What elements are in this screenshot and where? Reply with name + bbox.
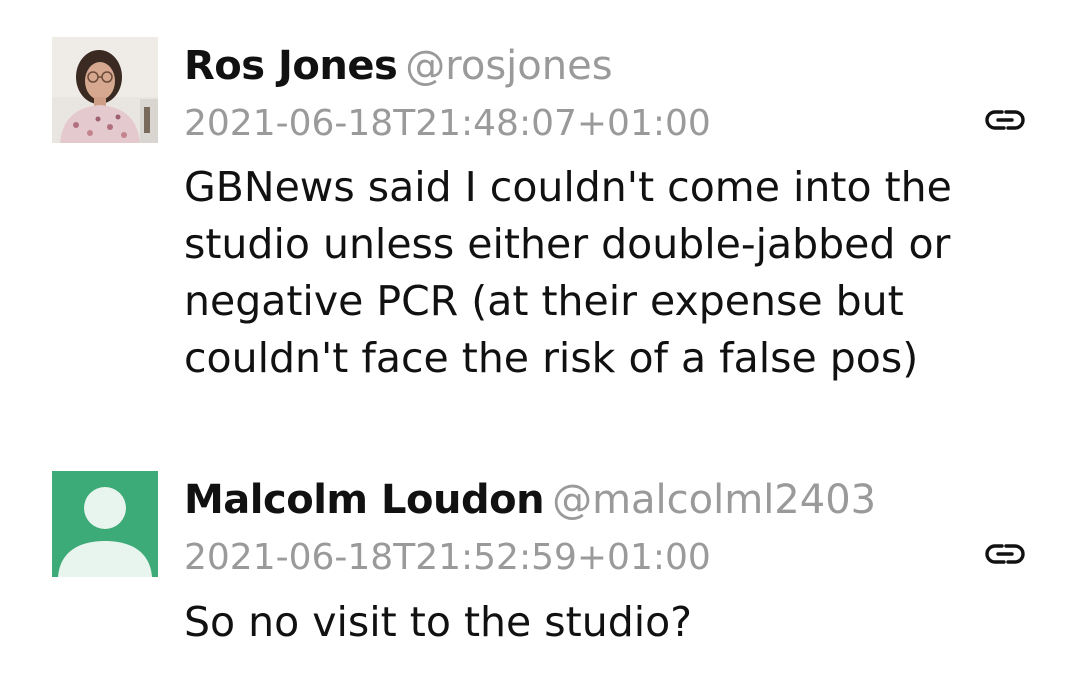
timestamp: 2021-06-18T21:52:59+01:00 bbox=[184, 537, 711, 578]
link-icon[interactable] bbox=[982, 107, 1028, 133]
avatar[interactable] bbox=[52, 471, 158, 577]
display-name[interactable]: Ros Jones bbox=[184, 43, 398, 89]
tweet-header: Malcolm Loudon @malcolml2403 bbox=[184, 476, 876, 524]
display-name[interactable]: Malcolm Loudon bbox=[184, 477, 545, 523]
tweet-text: So no visit to the studio? bbox=[184, 598, 692, 646]
default-avatar-icon bbox=[52, 471, 158, 577]
link-icon[interactable] bbox=[982, 541, 1028, 567]
timestamp: 2021-06-18T21:48:07+01:00 bbox=[184, 103, 711, 144]
avatar-photo bbox=[52, 37, 158, 143]
avatar[interactable] bbox=[52, 37, 158, 143]
tweet-header: Ros Jones @rosjones bbox=[184, 42, 613, 90]
tweet-text: GBNews said I couldn't come into the stu… bbox=[184, 163, 952, 382]
user-handle[interactable]: @malcolml2403 bbox=[552, 477, 876, 523]
user-handle[interactable]: @rosjones bbox=[405, 43, 612, 89]
tweet-thread: Ros Jones @rosjones 2021-06-18T21:48:07+0… bbox=[0, 0, 1080, 680]
